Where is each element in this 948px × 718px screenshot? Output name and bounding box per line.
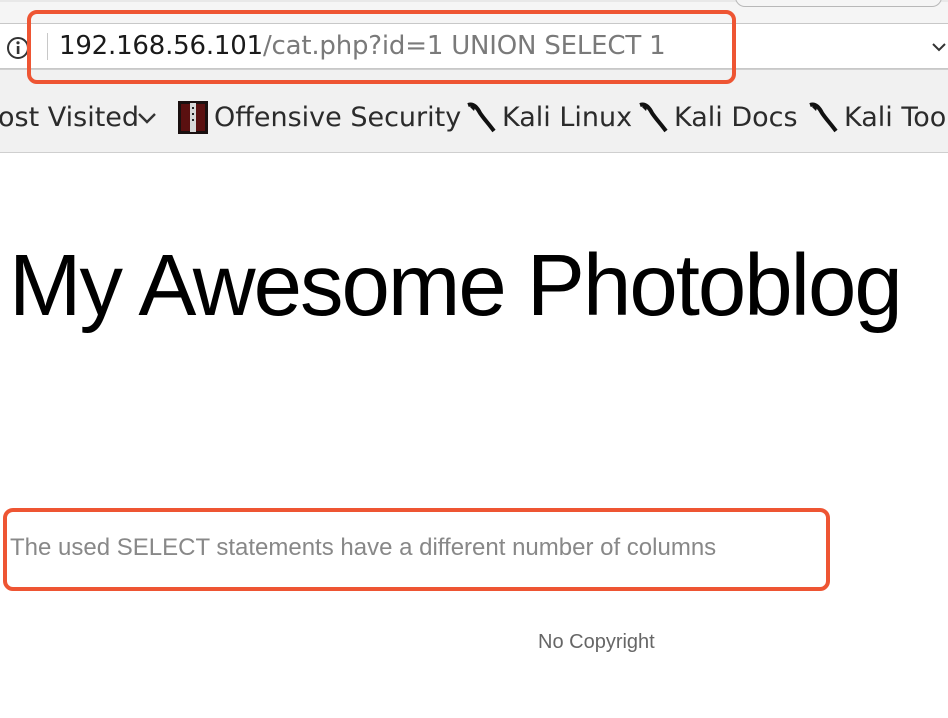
chevron-down-icon[interactable] xyxy=(136,106,158,128)
bookmark-kali-linux[interactable]: Kali Linux xyxy=(502,100,632,136)
bookmark-kali-tools[interactable]: Kali Too xyxy=(844,100,946,136)
url-dropdown-icon[interactable] xyxy=(930,38,948,56)
bookmark-kali-docs[interactable]: Kali Docs xyxy=(674,100,798,136)
kali-dragon-icon xyxy=(467,102,496,133)
tab-edge xyxy=(735,0,942,7)
offsec-favicon xyxy=(178,101,208,134)
url-highlight-box xyxy=(27,10,736,84)
kali-dragon-icon xyxy=(639,102,668,133)
bookmark-most-visited[interactable]: ost Visited xyxy=(0,100,139,136)
kali-dragon-icon xyxy=(809,102,838,133)
error-highlight-box xyxy=(3,508,830,591)
footer-copyright: No Copyright xyxy=(538,631,655,653)
bookmark-offensive-security[interactable]: Offensive Security xyxy=(214,100,461,136)
page-title: My Awesome Photoblog xyxy=(9,237,903,334)
